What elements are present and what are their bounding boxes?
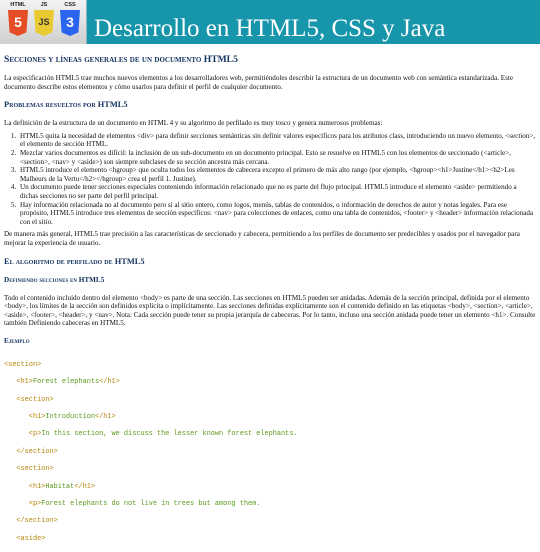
code-line: <h1>Forest elephants</h1> xyxy=(4,378,120,387)
algorithm-heading: El algoritmo de perfilado de HTML5 xyxy=(4,256,145,266)
html5-shield-icon: 5 xyxy=(8,10,28,36)
code-line: <h1>Habitat</h1> xyxy=(4,482,95,491)
code-line: <section> xyxy=(4,395,54,404)
code-line: <aside> xyxy=(4,534,46,543)
code-example: <section> <h1>Forest elephants</h1> <sec… xyxy=(4,352,298,552)
code-line: <section> xyxy=(4,465,54,474)
list-item: HTML5 introduce el elemento <hgroup> que… xyxy=(18,166,536,183)
sections-paragraph: Todo el contenido incluido dentro del el… xyxy=(4,293,536,328)
article-body: Secciones y líneas generales de un docum… xyxy=(4,54,536,355)
site-header: HTML 5 JS JS CSS 3 Desarrollo en HTML5, … xyxy=(0,0,540,44)
problems-list: HTML5 quita la necesidad de elementos <d… xyxy=(18,132,536,227)
tech-logos: HTML 5 JS JS CSS 3 xyxy=(0,0,87,44)
html5-logo-icon: HTML 5 xyxy=(7,2,29,42)
intro-paragraph: La especificación HTML5 trae muchos nuev… xyxy=(4,74,513,91)
list-item: Hay información relacionada no al docume… xyxy=(18,201,536,227)
html5-logo-caption: HTML xyxy=(10,2,26,8)
list-item: HTML5 quita la necesidad de elementos <d… xyxy=(18,132,536,149)
code-line: <p>In this section, we discuss the lesse… xyxy=(4,430,298,439)
example-heading: Ejemplo xyxy=(4,336,30,345)
css3-logo-caption: CSS xyxy=(64,2,76,8)
js-logo-icon: JS JS xyxy=(33,2,55,42)
problems-heading: Problemas resueltos por HTML5 xyxy=(4,100,128,110)
list-item: Mezclar varios documentos es difícil: la… xyxy=(18,149,536,166)
problems-intro: La definición de la estructura de un doc… xyxy=(4,119,383,128)
site-title: Desarrollo en HTML5, CSS y Java xyxy=(94,15,446,42)
js-shield-icon: JS xyxy=(34,10,54,36)
code-line: </section> xyxy=(4,447,58,456)
css3-shield-icon: 3 xyxy=(60,10,80,36)
code-line: <p>Forest elephants do not live in trees… xyxy=(4,499,261,508)
code-line: <section> xyxy=(4,360,42,369)
code-line: <h1>Introduction</h1> xyxy=(4,412,116,421)
code-line: </section> xyxy=(4,517,58,526)
js-logo-caption: JS xyxy=(40,2,48,8)
article-heading: Secciones y líneas generales de un docum… xyxy=(4,54,238,65)
defining-sections-heading: Definiendo secciones en HTML5 xyxy=(4,275,105,284)
list-item: Un documento puede tener secciones espec… xyxy=(18,183,536,200)
css3-logo-icon: CSS 3 xyxy=(59,2,81,42)
problems-conclusion: De manera más general, HTML5 trae precis… xyxy=(4,230,520,247)
